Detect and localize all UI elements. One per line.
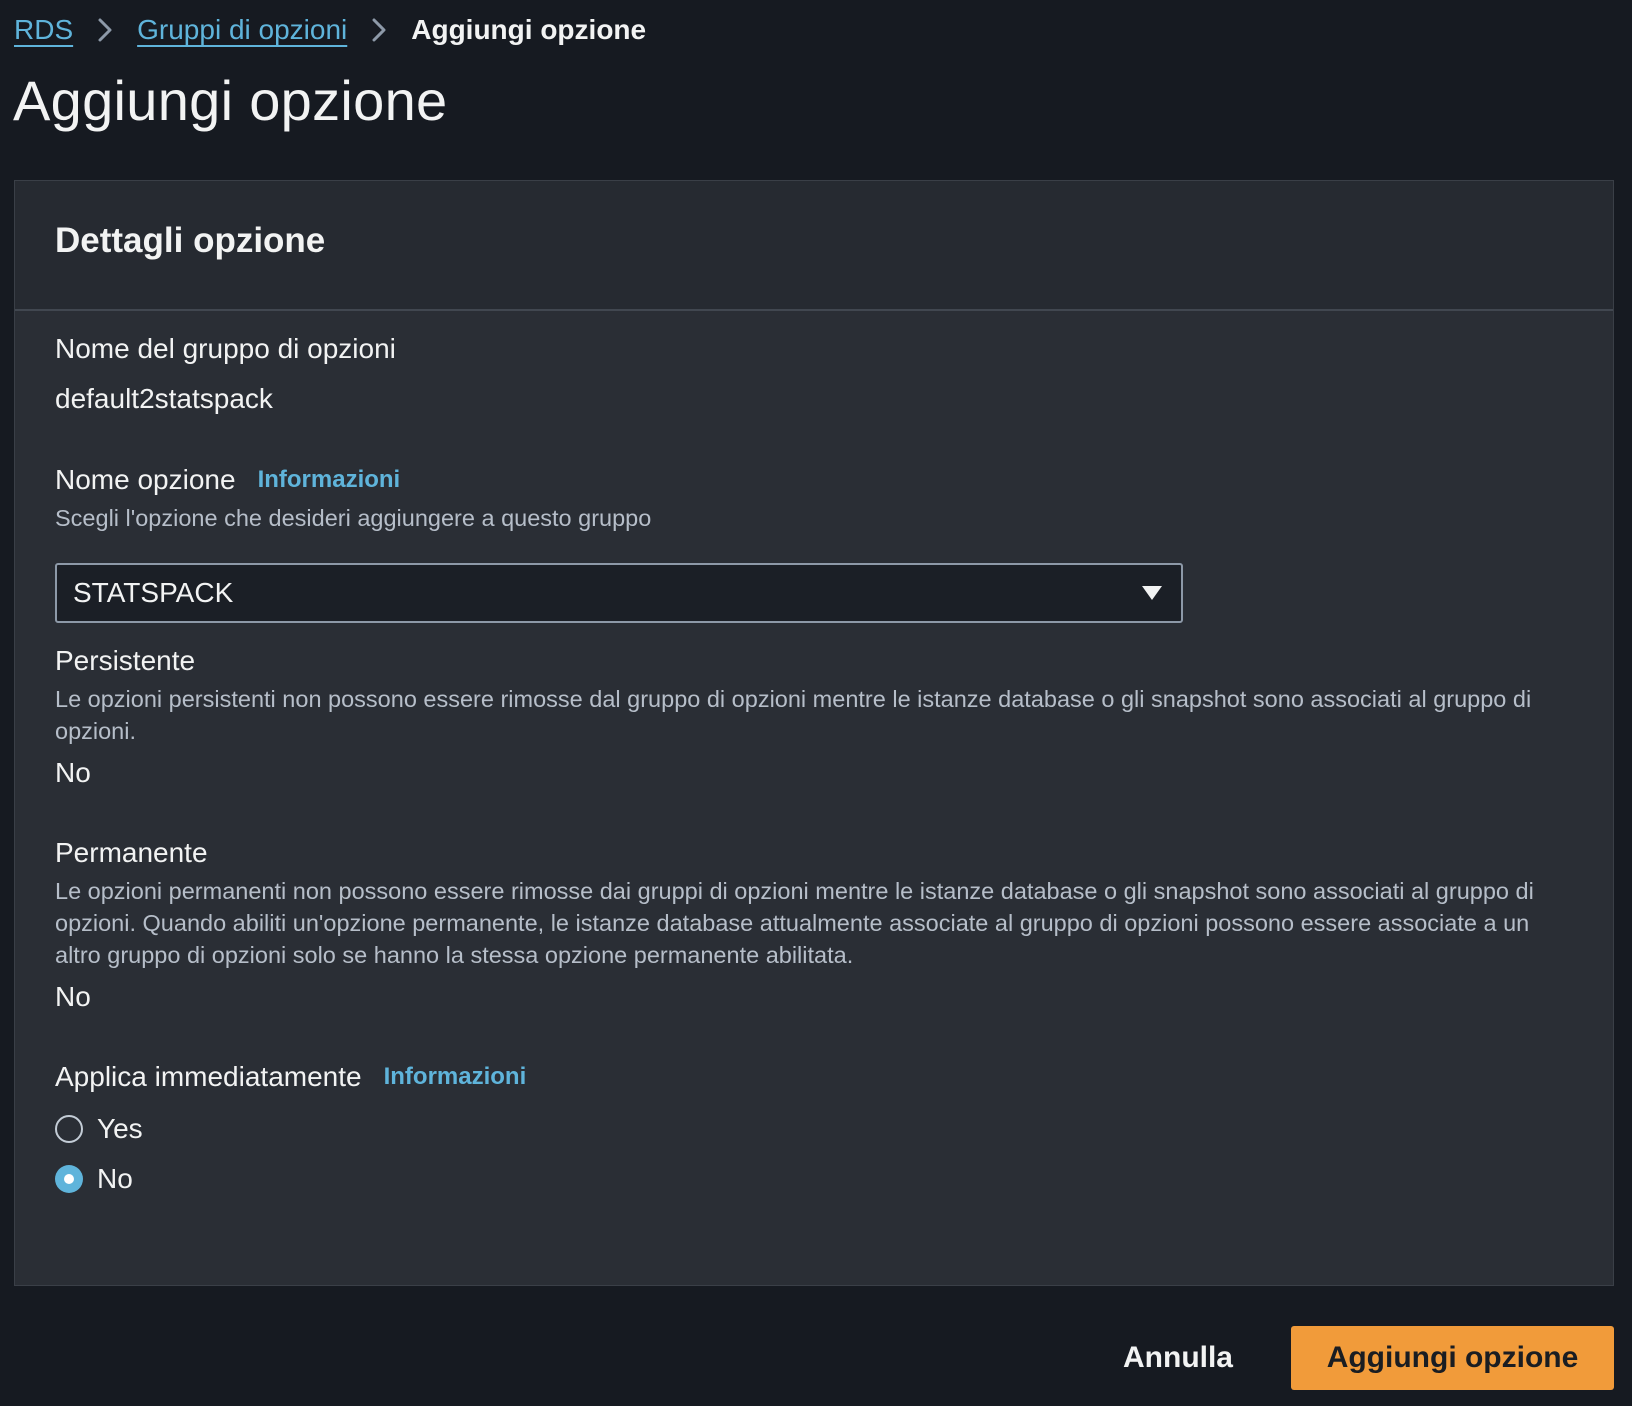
apply-immediately-yes-option[interactable]: Yes: [55, 1113, 143, 1145]
cancel-button[interactable]: Annulla: [1108, 1326, 1248, 1390]
radio-yes-label: Yes: [97, 1113, 143, 1144]
chevron-right-icon: [347, 10, 411, 50]
apply-immediately-info-link[interactable]: Informazioni: [384, 1063, 527, 1090]
apply-immediately-no-option[interactable]: No: [55, 1163, 133, 1195]
option-name-label: Nome opzione: [55, 464, 236, 495]
option-name-selected-value: STATSPACK: [73, 577, 234, 608]
apply-immediately-label-row: Applica immediatamente Informazioni: [55, 1061, 526, 1093]
caret-down-icon: [1139, 583, 1165, 603]
option-group-name-value: default2statspack: [55, 383, 273, 414]
permanent-value: No: [55, 981, 91, 1012]
option-name-select[interactable]: STATSPACK: [55, 563, 1183, 623]
option-name-description: Scegli l'opzione che desideri aggiungere…: [55, 505, 652, 531]
radio-yes[interactable]: [55, 1115, 83, 1143]
persistent-description: Le opzioni persistenti non possono esser…: [55, 686, 1532, 744]
persistent-label: Persistente: [55, 645, 196, 676]
option-group-name-label: Nome del gruppo di opzioni: [55, 333, 396, 364]
breadcrumb-current: Aggiungi opzione: [411, 14, 647, 45]
page: RDS Gruppi di opzioni Aggiungi opzione A…: [0, 0, 1632, 1406]
option-details-panel: Dettagli opzione Nome del gruppo di opzi…: [14, 180, 1614, 1286]
apply-immediately-label: Applica immediatamente: [55, 1061, 362, 1092]
permanent-description: Le opzioni permanenti non possono essere…: [55, 878, 1534, 968]
breadcrumb: RDS Gruppi di opzioni Aggiungi opzione: [14, 10, 646, 50]
panel-header: Dettagli opzione: [15, 181, 1613, 311]
add-option-button[interactable]: Aggiungi opzione: [1291, 1326, 1614, 1390]
option-name-label-row: Nome opzione Informazioni: [55, 464, 400, 496]
option-name-info-link[interactable]: Informazioni: [258, 466, 401, 493]
radio-no[interactable]: [55, 1165, 83, 1193]
chevron-right-icon: [73, 10, 137, 50]
permanent-label: Permanente: [55, 837, 208, 868]
radio-no-label: No: [97, 1163, 133, 1194]
page-title: Aggiungi opzione: [13, 69, 448, 132]
breadcrumb-option-groups-link[interactable]: Gruppi di opzioni: [137, 14, 347, 46]
persistent-value: No: [55, 757, 91, 788]
breadcrumb-rds-link[interactable]: RDS: [14, 14, 73, 46]
panel-title: Dettagli opzione: [55, 221, 326, 260]
